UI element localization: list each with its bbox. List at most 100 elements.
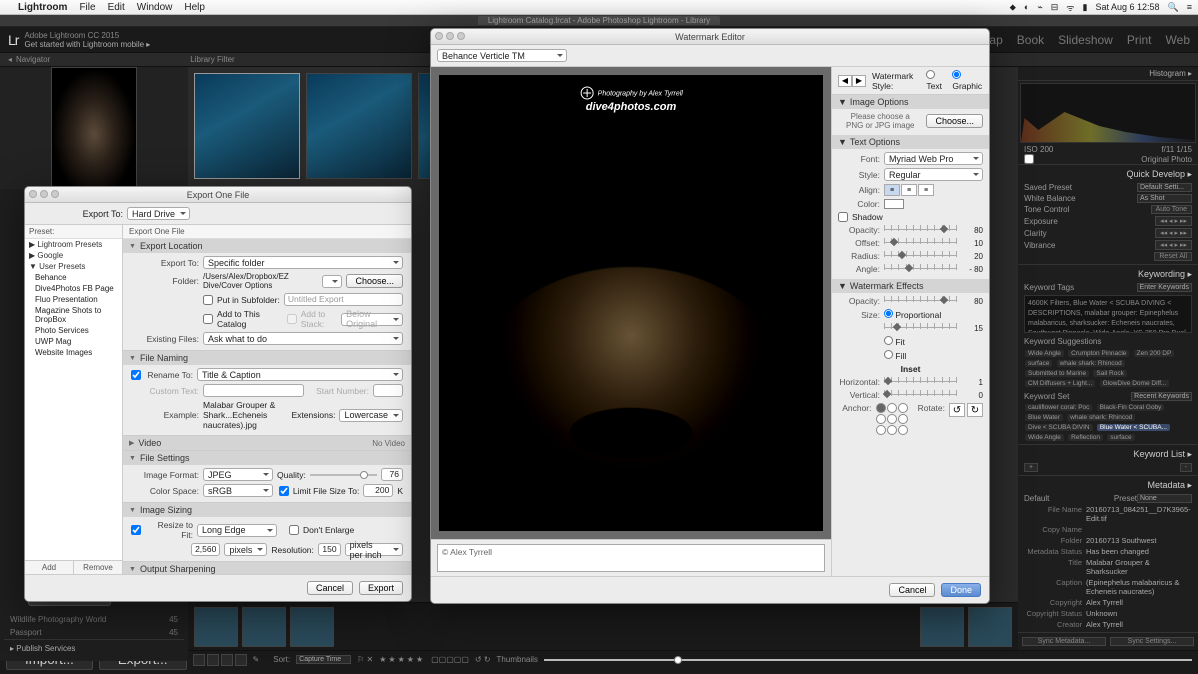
preset-item[interactable]: Website Images (25, 347, 122, 358)
mac-menubar[interactable]: Lightroom File Edit Window Help ⬥ ◐ ⌁ ⊟ … (0, 0, 1198, 15)
subfolder-input[interactable]: Untitled Export (284, 293, 403, 306)
flag-icons[interactable]: ⚐ ✕ (357, 655, 373, 664)
add-to-catalog-checkbox[interactable] (203, 314, 213, 324)
existing-files-select[interactable]: Ask what to do (203, 332, 403, 345)
resize-mode-select[interactable]: Long Edge (197, 524, 277, 537)
histogram-header[interactable]: Histogram ▸ (1018, 67, 1198, 81)
keyword-chip[interactable]: Zen 200 DP (1134, 350, 1175, 357)
collection-row[interactable]: Wildlife Photography World 45 (4, 613, 184, 626)
section-file-naming[interactable]: ▼File Naming (123, 351, 411, 365)
value[interactable]: 0 (961, 391, 983, 400)
thumbnail-size-slider[interactable] (544, 654, 1192, 666)
section-watermark-effects[interactable]: ▼Watermark Effects (832, 279, 989, 293)
app-menu-name[interactable]: Lightroom (18, 2, 67, 13)
preset-item[interactable]: Dive4Photos FB Page (25, 283, 122, 294)
collection-row[interactable]: Passport 45 (4, 626, 184, 639)
qd-stepper[interactable]: ◂◂ ◂ ▸ ▸▸ (1155, 240, 1192, 250)
keyword-chip[interactable]: Dive < SCUBA DIVIN (1025, 424, 1093, 431)
export-confirm-button[interactable]: Export (359, 581, 403, 595)
loupe-view-icon[interactable] (207, 654, 219, 666)
metadata-value[interactable]: 20160713_084251__D7K3965-Edit.tif (1086, 505, 1192, 523)
rating-stars[interactable]: ★★★★★ (379, 655, 425, 664)
histogram[interactable] (1020, 83, 1196, 143)
quality-value[interactable]: 76 (381, 468, 403, 481)
image-format-select[interactable]: JPEG (203, 468, 273, 481)
resolution-input[interactable]: 150 (318, 543, 341, 556)
keyword-chip[interactable]: Wide Angle (1025, 350, 1064, 357)
rename-checkbox[interactable] (131, 370, 141, 380)
spotlight-icon[interactable]: 🔍 (1168, 2, 1179, 13)
align-right-icon[interactable]: ≡ (918, 184, 934, 196)
qd-reset-button[interactable]: Reset All (1154, 252, 1192, 261)
shadow-radius-slider[interactable] (884, 251, 957, 261)
survey-view-icon[interactable] (235, 654, 247, 666)
keyword-chip[interactable]: Blue Water (1025, 414, 1063, 421)
section-video[interactable]: ▶VideoNo Video (123, 436, 411, 450)
module-book[interactable]: Book (1017, 33, 1044, 47)
preset-group[interactable]: ▶ Lightroom Presets (25, 239, 122, 250)
qd-autotone-button[interactable]: Auto Tone (1151, 205, 1192, 214)
value[interactable]: 20 (961, 252, 983, 261)
navigator-preview[interactable] (0, 67, 188, 189)
shadow-opacity-slider[interactable] (884, 225, 957, 235)
dont-enlarge-checkbox[interactable] (289, 525, 299, 535)
qd-stepper[interactable]: ◂◂ ◂ ▸ ▸▸ (1155, 216, 1192, 226)
preset-group[interactable]: ▶ Google (25, 250, 122, 261)
section-image-options[interactable]: ▼Image Options (832, 95, 989, 109)
keyword-chip[interactable]: GlowDive Dome Diff... (1100, 380, 1170, 387)
rotate-cw-icon[interactable]: ↻ (967, 403, 983, 417)
section-image-sizing[interactable]: ▼Image Sizing (123, 503, 411, 517)
prev-image-button[interactable]: ◀ (838, 75, 852, 87)
size-fill-radio[interactable]: Fill (884, 350, 906, 361)
keyword-chip[interactable]: Black-Fin Coral Goby (1097, 404, 1165, 411)
meta-default[interactable]: Default (1024, 494, 1049, 503)
watermark-dialog-titlebar[interactable]: Watermark Editor (431, 29, 989, 45)
preset-list[interactable]: ▶ Lightroom Presets ▶ Google ▼ User Pres… (25, 239, 122, 560)
value[interactable]: 80 (961, 226, 983, 235)
filmstrip-thumbnail[interactable] (920, 607, 964, 647)
keyword-mode-select[interactable]: Enter Keywords (1137, 283, 1192, 292)
metadata-value[interactable]: Unknown (1086, 609, 1192, 618)
metadata-value[interactable]: Malabar Grouper & Sharksucker (1086, 558, 1192, 576)
value[interactable]: - 80 (961, 265, 983, 274)
module-web[interactable]: Web (1166, 33, 1190, 47)
limit-filesize-checkbox[interactable] (279, 486, 289, 496)
filmstrip-thumbnail[interactable] (194, 607, 238, 647)
section-file-settings[interactable]: ▼File Settings (123, 451, 411, 465)
add-preset-button[interactable]: Add (25, 561, 74, 574)
size-fit-radio[interactable]: Fit (884, 336, 905, 347)
menu-icon[interactable]: ≡ (1187, 2, 1192, 12)
preset-item[interactable]: Magazine Shots to DropBox (25, 305, 122, 325)
view-mode-buttons[interactable] (193, 654, 247, 666)
sort-select[interactable]: Capture Time (296, 655, 351, 664)
compare-view-icon[interactable] (221, 654, 233, 666)
style-text-radio[interactable]: Text (926, 70, 946, 91)
metadata-value[interactable]: Alex Tyrrell (1086, 598, 1192, 607)
library-filter-label[interactable]: Library Filter (190, 55, 234, 64)
filmstrip[interactable] (188, 602, 1018, 650)
custom-text-input[interactable] (203, 384, 304, 397)
color-swatch[interactable] (884, 199, 904, 209)
keyword-chip[interactable]: whale shark: Rhincod (1057, 360, 1125, 367)
shadow-offset-slider[interactable] (884, 238, 957, 248)
filmstrip-thumbnail[interactable] (968, 607, 1012, 647)
metadata-value[interactable]: Alex Tyrrell (1086, 620, 1192, 629)
size-proportional-radio[interactable]: Proportional (884, 309, 941, 320)
qd-preset-select[interactable]: Default Setti... (1137, 183, 1192, 192)
wm-opacity-slider[interactable] (884, 296, 957, 306)
zoom-icon[interactable] (457, 32, 465, 40)
close-icon[interactable] (29, 190, 37, 198)
limit-filesize-input[interactable]: 200 (363, 484, 393, 497)
inset-horizontal-slider[interactable] (884, 377, 957, 387)
menu-edit[interactable]: Edit (108, 2, 125, 13)
choose-folder-button[interactable]: Choose... (346, 274, 403, 288)
value[interactable]: 1 (961, 378, 983, 387)
add-keyword-button[interactable]: + (1024, 463, 1038, 472)
preset-item[interactable]: Behance (25, 272, 122, 283)
section-export-location[interactable]: ▼Export Location (123, 239, 411, 253)
wm-size-slider[interactable] (884, 323, 957, 333)
original-photo-checkbox[interactable] (1024, 154, 1034, 164)
keyword-chip[interactable]: Submitted to Marine (1025, 370, 1089, 377)
metadata-value[interactable]: (Epinephelus malabaricus & Echeneis nauc… (1086, 578, 1192, 596)
keyword-set-select[interactable]: Recent Keywords (1131, 392, 1192, 401)
